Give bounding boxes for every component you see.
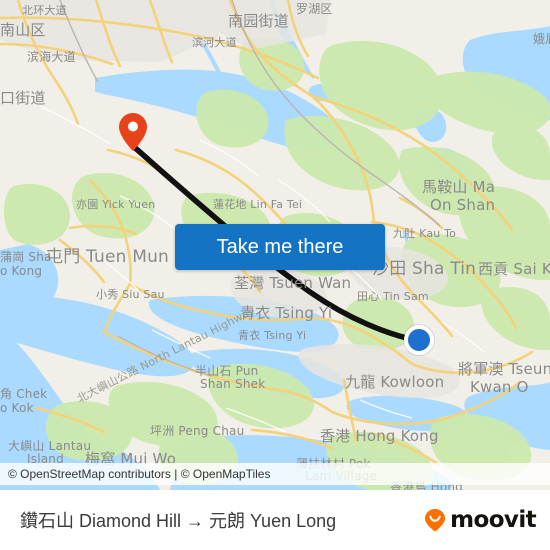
take-me-there-button[interactable]: Take me there xyxy=(175,224,385,270)
map-canvas[interactable]: 北环大道 南园街道 罗湖区 南山区 滨河大道 滨海大道 口街道 亦園 Yick Yuen 蓮花地… xyxy=(0,0,550,490)
route-destination-label: 元朗 Yuen Long xyxy=(209,511,337,531)
route-arrow-icon: → xyxy=(186,511,205,531)
map-attribution-bar: © OpenStreetMap contributors | © OpenMap… xyxy=(0,463,550,485)
map-attribution-text[interactable]: © OpenStreetMap contributors | © OpenMap… xyxy=(0,467,270,481)
route-title: 鑽石山 Diamond Hill → 元朗 Yuen Long xyxy=(20,507,336,533)
route-origin-label: 鑽石山 Diamond Hill xyxy=(20,511,182,531)
footer-bar: 鑽石山 Diamond Hill → 元朗 Yuen Long moovit xyxy=(0,490,550,550)
moovit-wordmark: moovit xyxy=(450,507,536,533)
origin-pin[interactable] xyxy=(118,112,148,152)
take-me-there-label: Take me there xyxy=(216,235,344,258)
moovit-pin-icon xyxy=(425,509,446,532)
map-pin-icon xyxy=(119,113,147,151)
moovit-route-map-screen: 北环大道 南园街道 罗湖区 南山区 滨河大道 滨海大道 口街道 亦園 Yick Yuen 蓮花地… xyxy=(0,0,550,550)
destination-dot[interactable] xyxy=(404,325,434,355)
moovit-logo[interactable]: moovit xyxy=(422,507,537,533)
